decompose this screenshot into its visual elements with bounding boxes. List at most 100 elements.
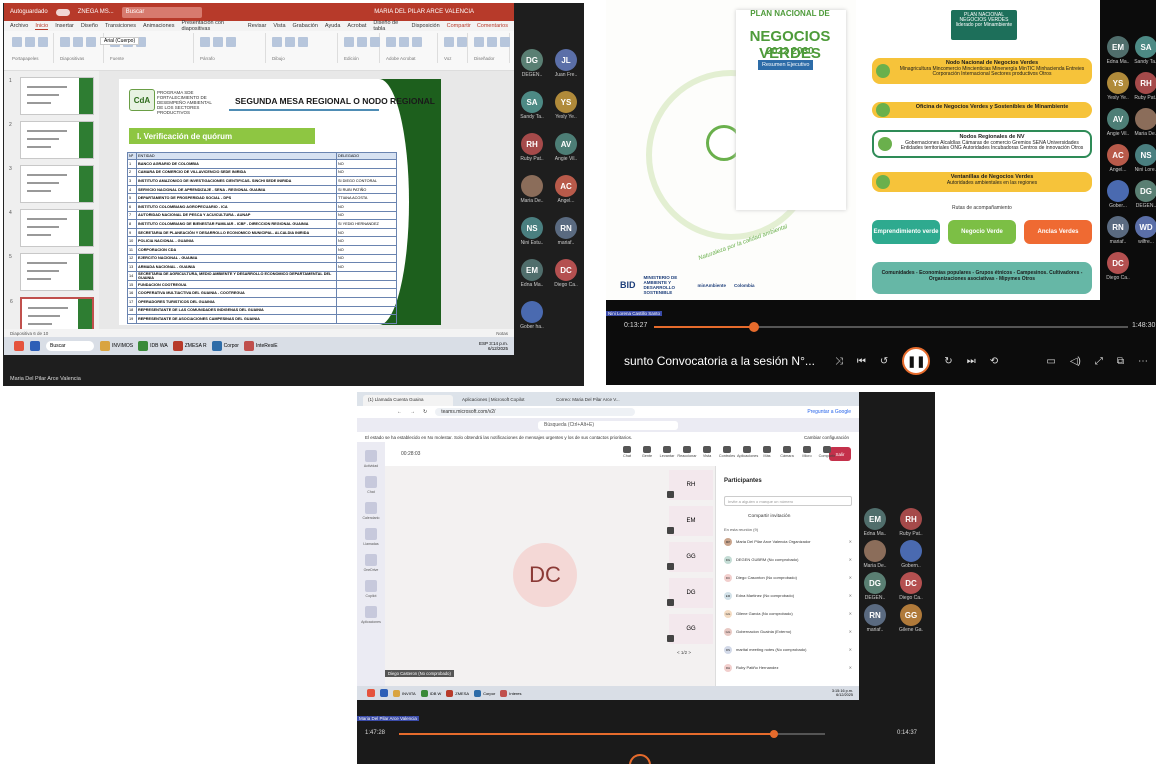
ribbon-tool-icon[interactable] — [25, 37, 35, 47]
participant-tile[interactable]: RN mariaf.. — [554, 217, 578, 246]
ribbon-tool-icon[interactable] — [474, 37, 484, 47]
menu-item[interactable]: Ayuda — [325, 23, 341, 29]
participant-tile[interactable]: RN mariaf.. — [1106, 216, 1130, 245]
meeting-control[interactable]: Cámara — [777, 446, 797, 458]
subtitles-icon[interactable]: ▭ — [1046, 356, 1055, 367]
participant-tile[interactable]: EM Edna Ma.. — [1106, 36, 1130, 65]
ribbon-tool-icon[interactable] — [38, 37, 48, 47]
participant-tile[interactable]: AV Angie Vil.. — [554, 133, 578, 162]
participant-row[interactable]: DG DEGEN GUBRM (No comprobado) ✕ — [724, 552, 852, 567]
rail-icon[interactable] — [365, 450, 377, 462]
mini-video-tile[interactable]: RH — [667, 470, 713, 500]
participant-row[interactable]: RH Ruby Patiño Hernandez ✕ — [724, 660, 852, 675]
autosave-toggle[interactable] — [55, 8, 70, 16]
forward-icon[interactable]: ↻ — [944, 356, 952, 367]
browser-tab[interactable]: Aplicaciones | Microsoft Copilot — [457, 395, 547, 406]
in-meeting-header[interactable]: En esta reunión (9) — [724, 527, 758, 532]
participant-tile[interactable]: Maria De.. — [863, 540, 887, 569]
repeat-icon[interactable]: ⟲ — [990, 356, 998, 367]
ribbon-tool-icon[interactable] — [357, 37, 367, 47]
share-invite-button[interactable]: Compartir invitación — [748, 514, 790, 519]
meeting-control[interactable]: Aplicaciones — [737, 446, 758, 458]
ribbon-tool-icon[interactable] — [200, 37, 210, 47]
taskbar-search[interactable]: Buscar — [46, 341, 94, 351]
rail-icon[interactable] — [365, 554, 377, 566]
ribbon-tool-icon[interactable] — [399, 37, 409, 47]
participant-row[interactable]: GG Gilene Garcia (No comprobado) ✕ — [724, 606, 852, 621]
menu-right-item[interactable]: Compartir — [447, 23, 471, 29]
menu-item[interactable]: Revisar — [248, 23, 267, 29]
menu-right-item[interactable]: Comentarios — [477, 23, 508, 29]
taskbar-app[interactable]: InteResiE — [243, 341, 278, 351]
pause-icon[interactable]: ❚❚ — [902, 347, 931, 375]
ribbon-tool-icon[interactable] — [444, 37, 454, 47]
start-icon[interactable] — [380, 689, 388, 697]
slide-thumbnail[interactable]: 1 — [9, 77, 94, 115]
slide-thumbnail[interactable]: 3 — [9, 165, 94, 203]
participant-tile[interactable]: EM Edna Ma.. — [863, 508, 887, 537]
participant-tile[interactable]: YS Yesly Ye.. — [554, 91, 578, 120]
participant-row[interactable]: RN marital meeting notes (No comprobado) ✕ — [724, 642, 852, 657]
taskbar-app[interactable]: Corpor — [474, 689, 495, 697]
menu-item[interactable]: Transiciones — [105, 23, 136, 29]
participant-tile[interactable]: WD wilfre... — [1134, 216, 1156, 245]
menu-item[interactable]: Diseño — [81, 23, 98, 29]
mini-video-tile[interactable]: DG — [667, 578, 713, 608]
participant-tile[interactable]: Maria De.. — [1134, 108, 1156, 137]
invite-search[interactable]: Invite a alguien o marque un número — [724, 496, 852, 506]
menu-item[interactable]: Insertar — [55, 23, 74, 29]
slide-thumbnail[interactable]: 2 — [9, 121, 94, 159]
rail-icon[interactable] — [365, 476, 377, 488]
forward-nav-icon[interactable]: → — [410, 409, 415, 415]
participant-tile[interactable]: DC Diego Ca.. — [1106, 252, 1130, 281]
mini-video-tile[interactable]: GG — [667, 614, 713, 644]
meeting-control[interactable]: Vista — [697, 446, 717, 458]
ribbon-tool-icon[interactable] — [272, 37, 282, 47]
participant-tile[interactable]: Gober ha.. — [520, 301, 544, 330]
more-icon[interactable]: ⋯ — [1138, 356, 1148, 367]
meeting-control[interactable]: Controles — [717, 446, 737, 458]
shuffle-icon[interactable]: ⤨ — [835, 356, 843, 367]
ribbon-tool-icon[interactable] — [298, 37, 308, 47]
participant-tile[interactable]: DG DEGEN.. — [863, 572, 887, 601]
taskbar-app[interactable]: INVIITA — [393, 689, 416, 697]
participant-tile[interactable]: RH Ruby Pat.. — [520, 133, 544, 162]
ribbon-tool-icon[interactable] — [226, 37, 236, 47]
taskbar-app[interactable]: IDB W — [420, 689, 441, 697]
ribbon-tool-icon[interactable] — [285, 37, 295, 47]
browser-tab[interactable]: Correo: Maria Del Pilar Arce V... — [551, 395, 641, 406]
seek-knob[interactable] — [748, 322, 759, 332]
ribbon-tool-icon[interactable] — [370, 37, 380, 47]
menu-item[interactable]: Disposición — [412, 23, 440, 29]
taskbar-app[interactable]: Corpor — [211, 341, 239, 351]
participant-tile[interactable]: EM Edna Ma.. — [520, 259, 544, 288]
rail-icon[interactable] — [365, 528, 377, 540]
ask-google-button[interactable]: Preguntar a Google — [807, 409, 859, 415]
volume-icon[interactable]: ◁) — [1070, 356, 1081, 367]
notes-button[interactable]: Notas — [496, 331, 508, 336]
participant-tile[interactable]: SA Sandy Ta.. — [1134, 36, 1156, 65]
ribbon-tool-icon[interactable] — [386, 37, 396, 47]
meeting-control[interactable]: Micro — [797, 446, 817, 458]
participant-tile[interactable]: DC Diego Ca.. — [554, 259, 578, 288]
participant-tile[interactable]: Maria De.. — [520, 175, 544, 204]
participant-tile[interactable]: RH Ruby Pat.. — [899, 508, 923, 537]
meeting-control[interactable]: Más — [757, 446, 777, 458]
participant-tile[interactable]: GG Gilene Ga.. — [899, 604, 923, 633]
fullscreen-icon[interactable]: ⤢ — [1095, 356, 1103, 367]
ribbon-tool-icon[interactable] — [457, 37, 467, 47]
mini-video-tile[interactable]: EM — [667, 506, 713, 536]
ribbon-tool-icon[interactable] — [344, 37, 354, 47]
title-search[interactable]: Buscar — [121, 6, 202, 18]
menu-item[interactable]: Grabación — [293, 23, 318, 29]
menu-item[interactable]: Inicio — [35, 23, 49, 30]
participant-tile[interactable]: JL Juan Fre.. — [554, 49, 578, 78]
widgets-icon[interactable] — [367, 689, 375, 697]
play-icon[interactable] — [629, 754, 651, 764]
menu-item[interactable]: Acrobat — [347, 23, 366, 29]
participant-tile[interactable]: AV Angie Vil.. — [1106, 108, 1130, 137]
participant-tile[interactable]: DG DEGEN.. — [520, 49, 544, 78]
participant-tile[interactable]: AC Angel... — [1106, 144, 1130, 173]
meeting-control[interactable]: Reaccionar — [677, 446, 697, 458]
slide-thumbnail[interactable]: 4 — [9, 209, 94, 247]
